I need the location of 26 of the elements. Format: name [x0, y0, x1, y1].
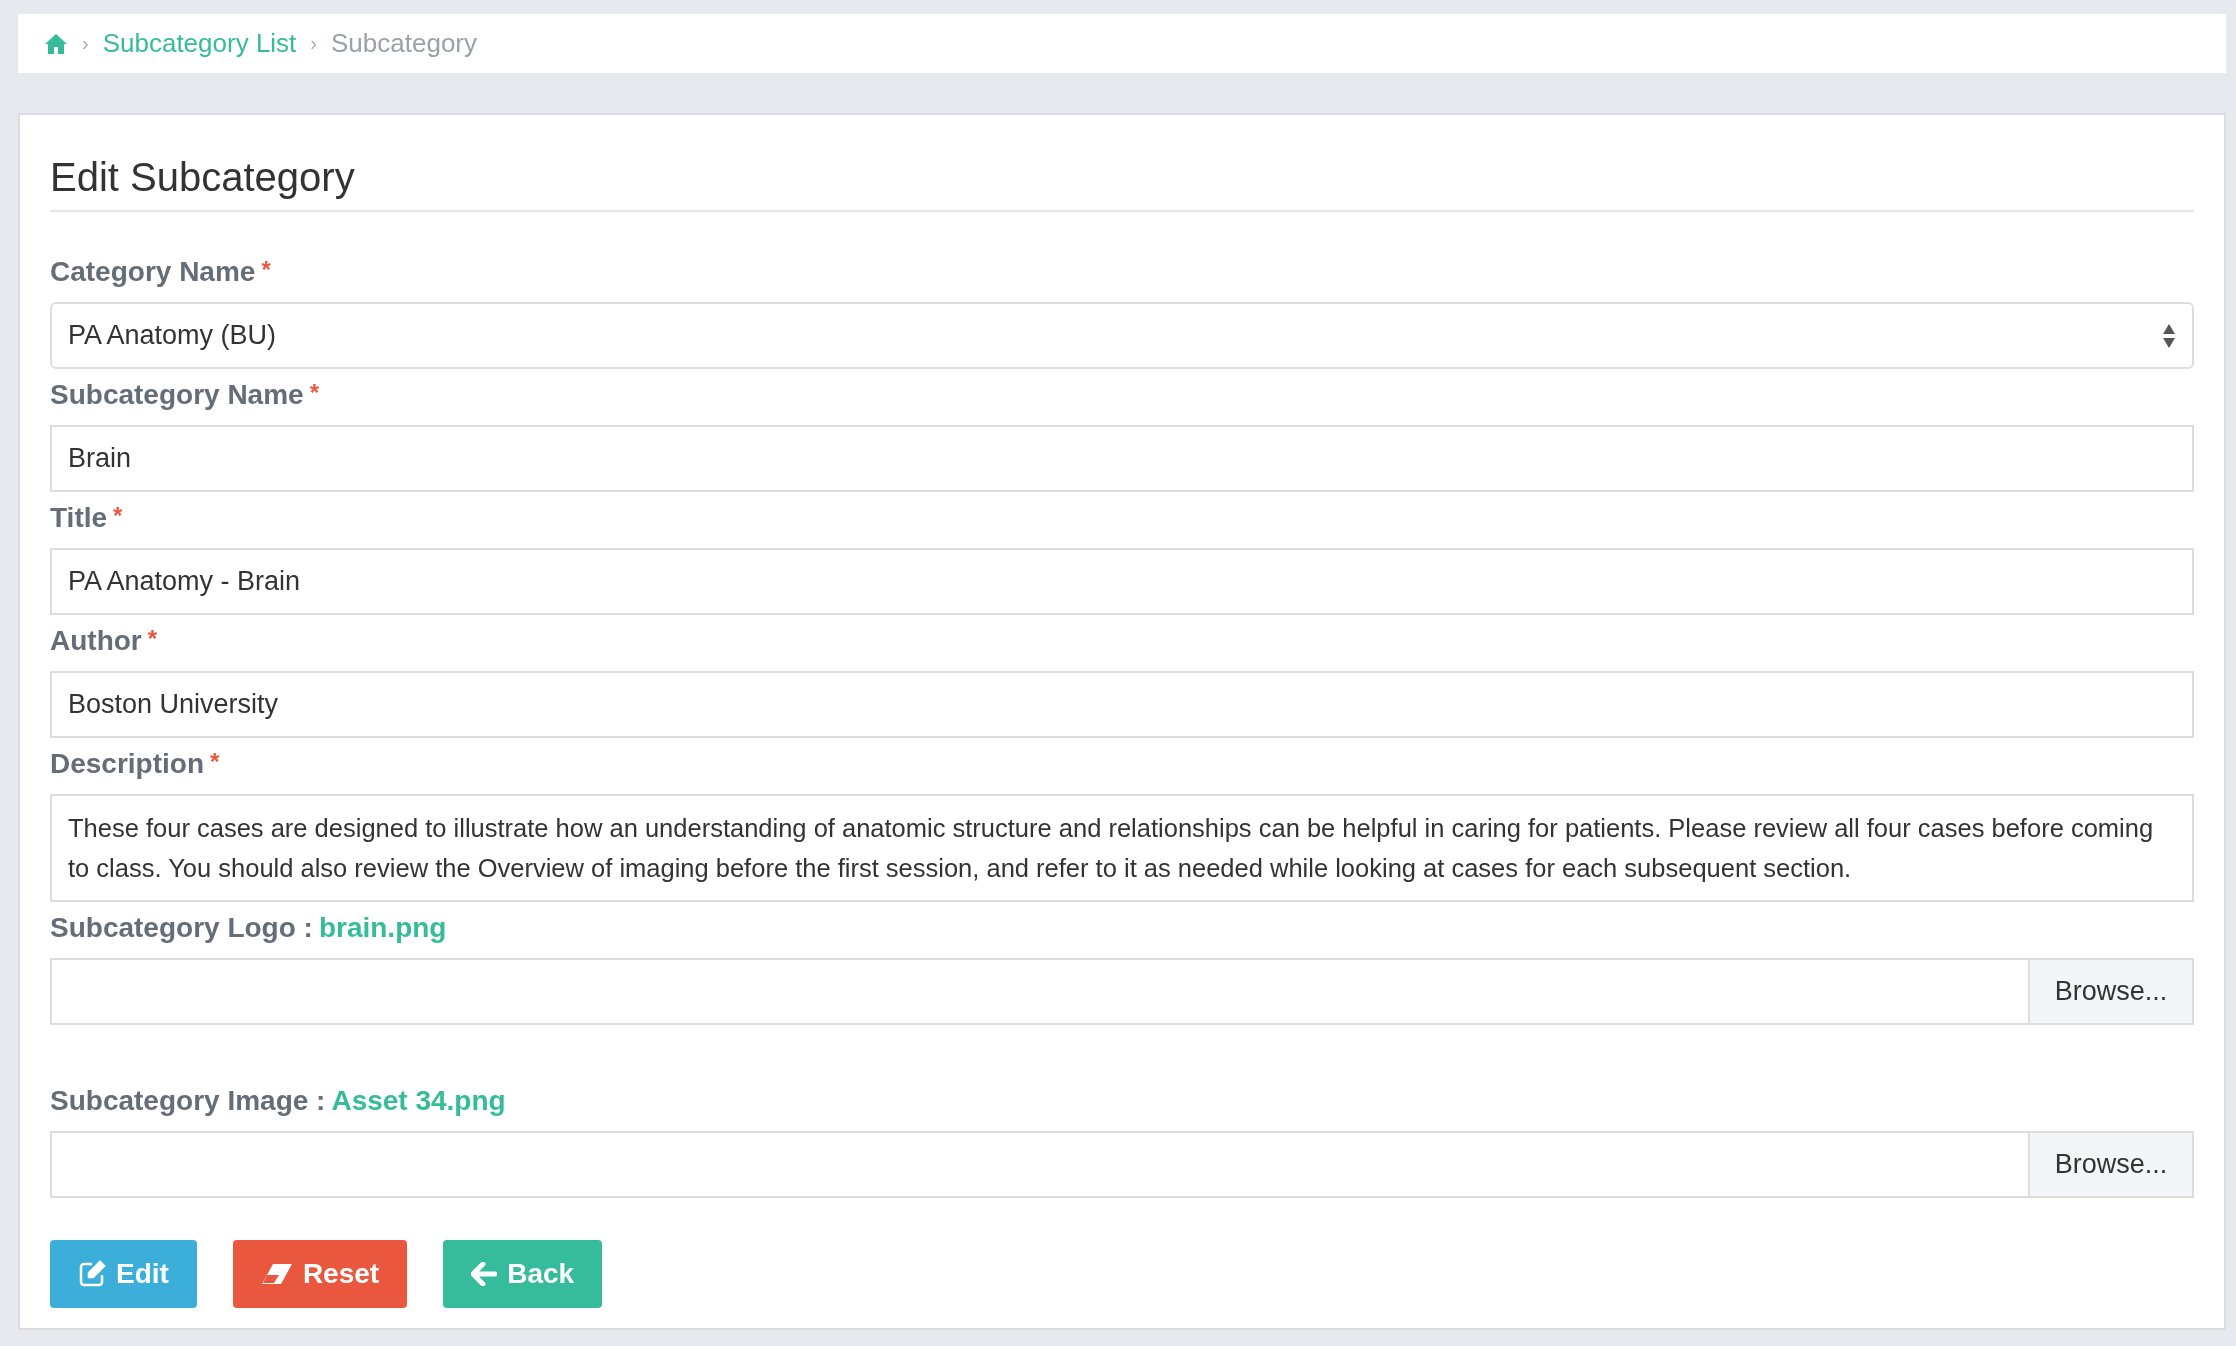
- field-label: Title: [50, 502, 108, 534]
- required-asterisk: *: [113, 502, 123, 531]
- field-label: Category Name: [50, 256, 256, 288]
- select-arrows-icon: [2162, 322, 2176, 349]
- field-label: Subcategory Logo :: [50, 912, 313, 944]
- required-asterisk: *: [261, 256, 271, 285]
- input-field[interactable]: Brain: [50, 425, 2194, 492]
- textarea-field[interactable]: These four cases are designed to illustrate how an understanding of anatomic structure and relationships can be helpful in caring for patients. Please review all four cases before coming to class. You should also review the Overview of imaging before the first session, and refer to it as needed while looking at cases for each subsequent section.: [50, 794, 2194, 902]
- reset-button[interactable]: Reset: [232, 1240, 408, 1308]
- field-label: Subcategory Name: [50, 379, 304, 411]
- required-asterisk: *: [210, 748, 220, 777]
- field-label: Description: [50, 748, 205, 780]
- pencil-square-icon: [78, 1260, 106, 1288]
- field-label: Author: [50, 625, 142, 657]
- arrow-left-icon: [471, 1262, 498, 1286]
- form-title: Edit Subcategory: [50, 155, 2194, 212]
- chevron-separator: ›: [82, 32, 89, 55]
- chevron-separator: ›: [310, 32, 317, 55]
- required-asterisk: *: [309, 379, 319, 408]
- input-field[interactable]: PA Anatomy - Brain: [50, 548, 2194, 615]
- input-field[interactable]: Boston University: [50, 671, 2194, 738]
- select-field[interactable]: PA Anatomy (BU): [50, 302, 2194, 369]
- home-icon[interactable]: [44, 32, 68, 55]
- eraser-icon: [260, 1263, 293, 1285]
- field-label: Subcategory Image :: [50, 1085, 326, 1117]
- required-asterisk: *: [147, 625, 158, 654]
